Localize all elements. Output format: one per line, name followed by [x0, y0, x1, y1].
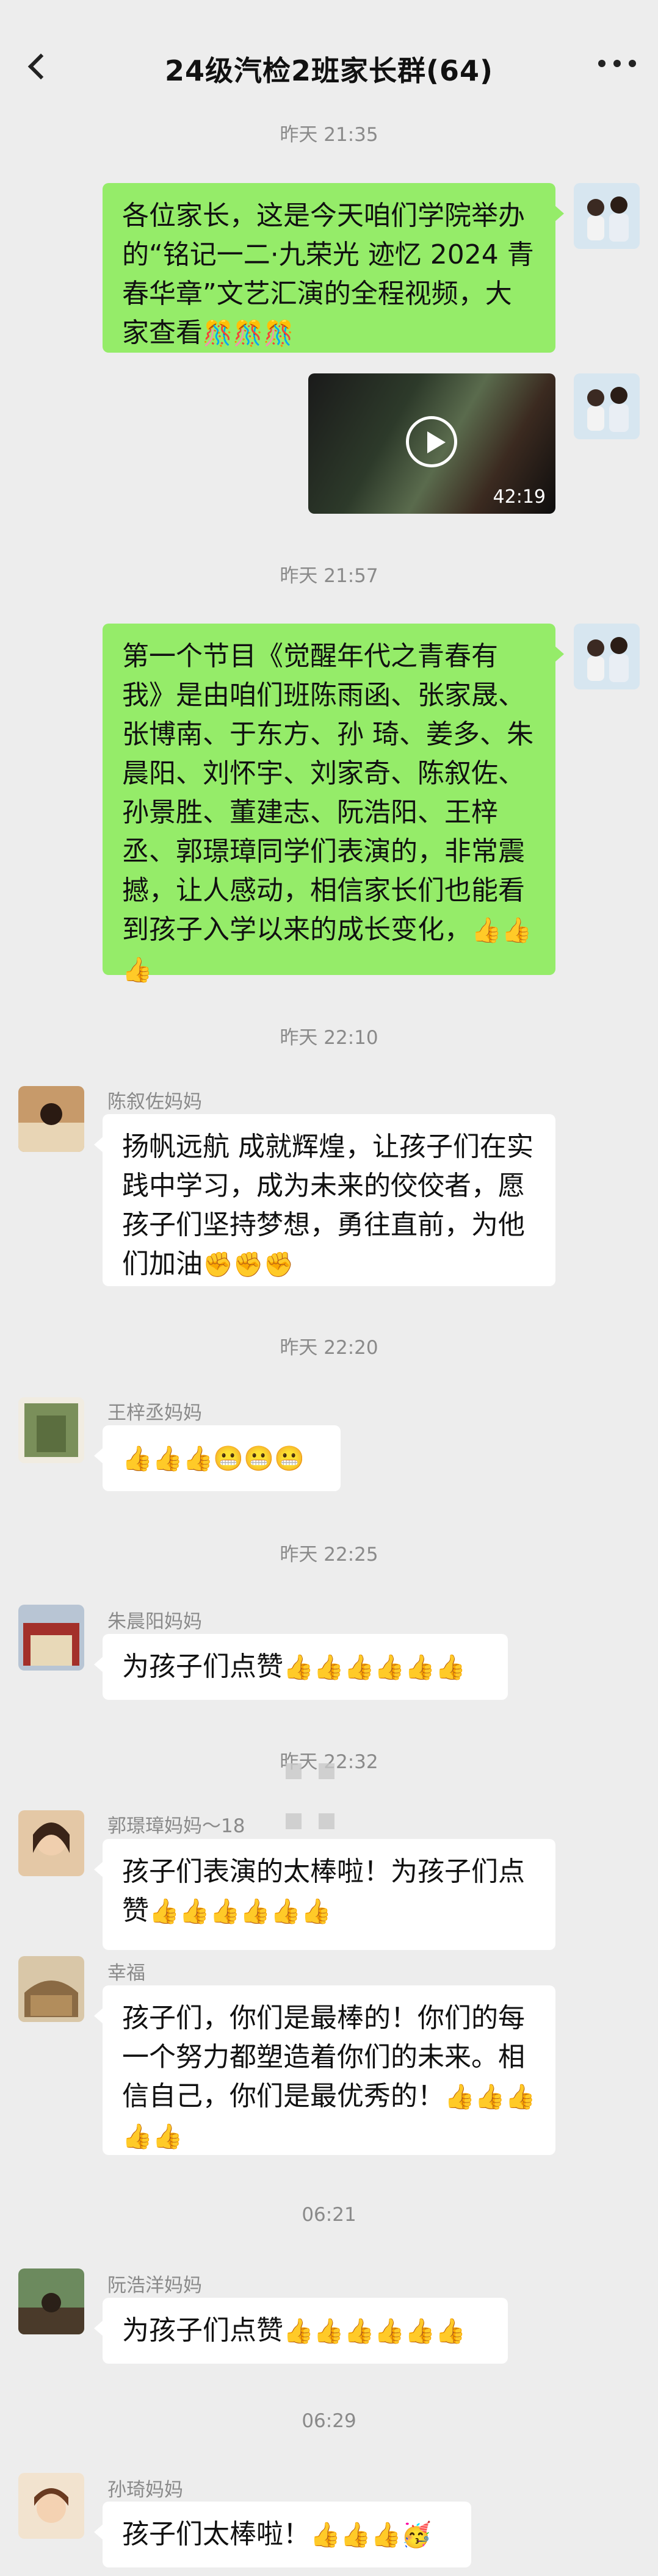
message-text: 扬帆远航 成就辉煌，让孩子们在实践中学习，成为未来的佼佼者，愿孩子们坚持梦想，勇…: [122, 1131, 533, 1279]
message-emoji: 👍👍👍👍👍👍: [283, 1653, 466, 1682]
video-duration: 42:19: [493, 486, 546, 508]
play-icon[interactable]: [406, 416, 457, 467]
more-options-icon[interactable]: [598, 56, 636, 71]
my-avatar[interactable]: [574, 183, 640, 249]
chat-title: 24级汽检2班家长群(64): [164, 54, 494, 87]
message-text: 孩子们太棒啦！: [122, 2519, 310, 2550]
message-text: 各位家长，这是今天咱们学院举办的“铭记一二·九荣光 迹忆 2024 青春华章”文…: [122, 200, 534, 348]
blur-mask: [286, 1763, 302, 1779]
sender-name: 幸福: [107, 1962, 145, 1984]
message-text: 为孩子们点赞: [122, 2315, 283, 2346]
message-emoji: 👍👍👍😬😬😬: [122, 1445, 305, 1473]
sender-avatar[interactable]: [18, 1397, 84, 1463]
message-bubble-other[interactable]: 为孩子们点赞👍👍👍👍👍👍: [94, 2298, 508, 2364]
message-bubble-self[interactable]: 第一个节目《觉醒年代之青春有我》是由咱们班陈雨函、张家晟、张博南、于东方、孙 琦…: [103, 624, 564, 984]
message-bubble-other[interactable]: 为孩子们点赞👍👍👍👍👍👍: [94, 1634, 508, 1700]
message-bubble-self[interactable]: 各位家长，这是今天咱们学院举办的“铭记一二·九荣光 迹忆 2024 青春华章”文…: [103, 183, 564, 353]
sender-name: 孙琦妈妈: [107, 2479, 183, 2501]
timestamp: 昨天 22:10: [280, 1027, 378, 1049]
sender-name: 郭璟璋妈妈～18: [107, 1815, 245, 1837]
timestamp: 昨天 21:35: [280, 124, 378, 146]
timestamp: 06:29: [302, 2410, 356, 2432]
message-emoji: 🎊🎊🎊: [203, 320, 294, 348]
message-emoji: ✊✊✊: [203, 1251, 294, 1279]
sender-avatar[interactable]: [18, 2473, 84, 2539]
message-emoji: 👍👍👍👍👍👍: [149, 1898, 331, 1926]
my-avatar[interactable]: [574, 373, 640, 439]
message-bubble-other[interactable]: 👍👍👍😬😬😬: [94, 1425, 341, 1491]
blur-mask: [286, 1813, 302, 1829]
blur-mask: [319, 1813, 334, 1829]
message-emoji: 👍👍👍👍👍👍: [283, 2317, 466, 2345]
message-bubble-other[interactable]: 孩子们表演的太棒啦！为孩子们点赞👍👍👍👍👍👍: [94, 1839, 555, 1950]
blur-mask: [319, 1763, 334, 1779]
message-text: 为孩子们点赞: [122, 1651, 283, 1682]
timestamp: 昨天 22:25: [280, 1544, 378, 1566]
sender-avatar[interactable]: [18, 1810, 84, 1876]
sender-name: 陈叙佐妈妈: [107, 1091, 202, 1113]
timestamp: 昨天 21:57: [280, 565, 378, 587]
message-emoji: 👍👍👍🥳: [310, 2521, 432, 2549]
sender-name: 王梓丞妈妈: [107, 1402, 202, 1424]
message-bubble-other[interactable]: 孩子们，你们是最棒的！你们的每一个努力都塑造着你们的未来。相信自己，你们是最优秀…: [94, 1985, 555, 2155]
timestamp: 昨天 22:20: [280, 1337, 378, 1359]
timestamp: 06:21: [302, 2204, 356, 2226]
message-bubble-other[interactable]: 孩子们太棒啦！👍👍👍🥳: [94, 2502, 471, 2567]
chat-header: 24级汽检2班家长群(64): [0, 0, 658, 128]
message-text: 第一个节目《觉醒年代之青春有我》是由咱们班陈雨函、张家晟、张博南、于东方、孙 琦…: [122, 641, 533, 945]
my-avatar[interactable]: [574, 624, 640, 689]
sender-name: 阮浩洋妈妈: [107, 2275, 202, 2297]
video-message[interactable]: 42:19: [308, 373, 555, 514]
sender-name: 朱晨阳妈妈: [107, 1611, 202, 1633]
sender-avatar[interactable]: [18, 1956, 84, 2022]
sender-avatar[interactable]: [18, 1605, 84, 1671]
sender-avatar[interactable]: [18, 1086, 84, 1152]
sender-avatar[interactable]: [18, 2268, 84, 2334]
message-bubble-other[interactable]: 扬帆远航 成就辉煌，让孩子们在实践中学习，成为未来的佼佼者，愿孩子们坚持梦想，勇…: [94, 1114, 555, 1286]
